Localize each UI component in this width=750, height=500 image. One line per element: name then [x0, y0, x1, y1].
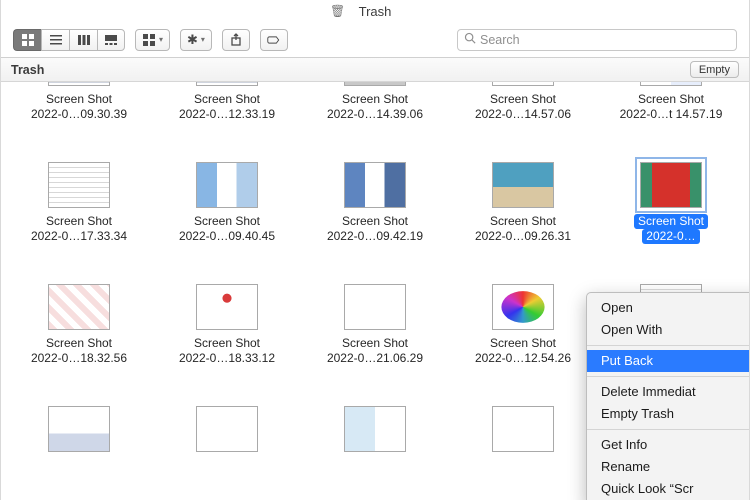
menu-item-get-info[interactable]: Get Info — [587, 434, 749, 456]
file-item[interactable] — [301, 402, 449, 500]
view-list-button[interactable] — [41, 29, 69, 51]
file-thumbnail — [196, 284, 258, 330]
context-menu: Open Open With Put Back Delete Immediat … — [586, 292, 749, 500]
file-item[interactable]: Screen Shot2022-0…t 14.57.19 — [597, 82, 745, 158]
menu-item-empty-trash[interactable]: Empty Trash — [587, 403, 749, 425]
share-icon — [229, 33, 243, 47]
menu-item-put-back[interactable]: Put Back — [587, 350, 749, 372]
file-item[interactable] — [153, 402, 301, 500]
file-thumbnail — [48, 406, 110, 452]
file-item[interactable]: Screen Shot2022-0…09.26.31 — [449, 158, 597, 280]
file-label: Screen Shot2022-0…09.42.19 — [327, 214, 423, 244]
menu-item-open[interactable]: Open — [587, 297, 749, 319]
trash-icon: 🗑 — [330, 4, 345, 18]
file-label: Screen Shot2022-0…21.06.29 — [327, 336, 423, 366]
toolbar: ▾ ✱ ▾ — [1, 22, 749, 58]
file-item[interactable] — [449, 402, 597, 500]
file-thumbnail — [344, 284, 406, 330]
file-label: Screen Shot2022-0…17.33.34 — [31, 214, 127, 244]
file-item[interactable]: Screen Shot2022-0…09.42.19 — [301, 158, 449, 280]
file-thumbnail — [492, 162, 554, 208]
file-thumbnail — [344, 162, 406, 208]
path-bar: Trash Empty — [1, 58, 749, 82]
menu-separator — [587, 345, 749, 346]
file-label: Screen Shot2022-0…09.40.45 — [179, 214, 275, 244]
file-label: Screen Shot2022-0…14.57.06 — [475, 92, 571, 122]
window-title: Trash — [359, 4, 392, 19]
file-thumbnail — [344, 406, 406, 452]
file-thumbnail — [48, 162, 110, 208]
menu-item-rename[interactable]: Rename — [587, 456, 749, 478]
file-thumbnail — [48, 82, 110, 86]
menu-separator — [587, 376, 749, 377]
title-bar: 🗑 Trash — [1, 0, 749, 22]
search-input[interactable] — [480, 33, 730, 47]
content-area[interactable]: Screen Shot2022-0…09.30.39 Screen Shot202… — [1, 82, 749, 500]
file-thumbnail — [492, 82, 554, 86]
file-item[interactable]: Screen Shot2022-0…09.40.45 — [153, 158, 301, 280]
chevron-down-icon: ▾ — [201, 35, 205, 44]
file-item[interactable]: Screen Shot2022-0…18.33.12 — [153, 280, 301, 402]
tags-button[interactable] — [260, 29, 288, 51]
file-thumbnail — [196, 162, 258, 208]
file-item[interactable]: Screen Shot2022-0… — [597, 158, 745, 280]
file-label: Screen Shot2022-0…t 14.57.19 — [620, 92, 723, 122]
view-gallery-button[interactable] — [97, 29, 125, 51]
file-item[interactable]: Screen Shot2022-0…18.32.56 — [5, 280, 153, 402]
file-thumbnail — [640, 162, 702, 208]
file-label: Screen Shot2022-0…18.33.12 — [179, 336, 275, 366]
search-field[interactable] — [457, 29, 737, 51]
search-wrap — [298, 29, 737, 51]
menu-separator — [587, 429, 749, 430]
file-label: Screen Shot2022-0…09.30.39 — [31, 92, 127, 122]
file-item[interactable]: Screen Shot2022-0…09.30.39 — [5, 82, 153, 158]
file-thumbnail — [492, 284, 554, 330]
tag-icon — [267, 33, 281, 47]
action-menu-button[interactable]: ✱ ▾ — [180, 29, 212, 51]
file-label: Screen Shot2022-0…18.32.56 — [31, 336, 127, 366]
file-label: Screen Shot2022-0…14.39.06 — [327, 92, 423, 122]
menu-item-quick-look[interactable]: Quick Look “Scr — [587, 478, 749, 500]
file-thumbnail — [48, 284, 110, 330]
file-item[interactable]: Screen Shot2022-0…14.57.06 — [449, 82, 597, 158]
menu-item-delete-immediately[interactable]: Delete Immediat — [587, 381, 749, 403]
group-by-button[interactable]: ▾ — [135, 29, 170, 51]
file-item[interactable] — [5, 402, 153, 500]
file-thumbnail — [196, 82, 258, 86]
view-mode-segment — [13, 29, 125, 51]
location-label: Trash — [11, 63, 44, 77]
chevron-down-icon: ▾ — [159, 35, 163, 44]
file-thumbnail — [344, 82, 406, 86]
view-icons-button[interactable] — [13, 29, 41, 51]
file-label: Screen Shot2022-0… — [634, 214, 708, 244]
file-label: Screen Shot2022-0…12.54.26 — [475, 336, 571, 366]
file-thumbnail — [492, 406, 554, 452]
file-item[interactable]: Screen Shot2022-0…12.54.26 — [449, 280, 597, 402]
menu-item-open-with[interactable]: Open With — [587, 319, 749, 341]
view-columns-button[interactable] — [69, 29, 97, 51]
file-thumbnail — [196, 406, 258, 452]
gear-icon: ✱ — [187, 32, 198, 48]
file-thumbnail — [640, 82, 702, 86]
file-label: Screen Shot2022-0…09.26.31 — [475, 214, 571, 244]
file-item[interactable]: Screen Shot2022-0…21.06.29 — [301, 280, 449, 402]
file-item[interactable]: Screen Shot2022-0…17.33.34 — [5, 158, 153, 280]
file-item[interactable]: Screen Shot2022-0…12.33.19 — [153, 82, 301, 158]
share-button[interactable] — [222, 29, 250, 51]
search-icon — [464, 31, 476, 49]
empty-trash-button[interactable]: Empty — [690, 61, 739, 78]
file-label: Screen Shot2022-0…12.33.19 — [179, 92, 275, 122]
file-item[interactable]: Screen Shot2022-0…14.39.06 — [301, 82, 449, 158]
